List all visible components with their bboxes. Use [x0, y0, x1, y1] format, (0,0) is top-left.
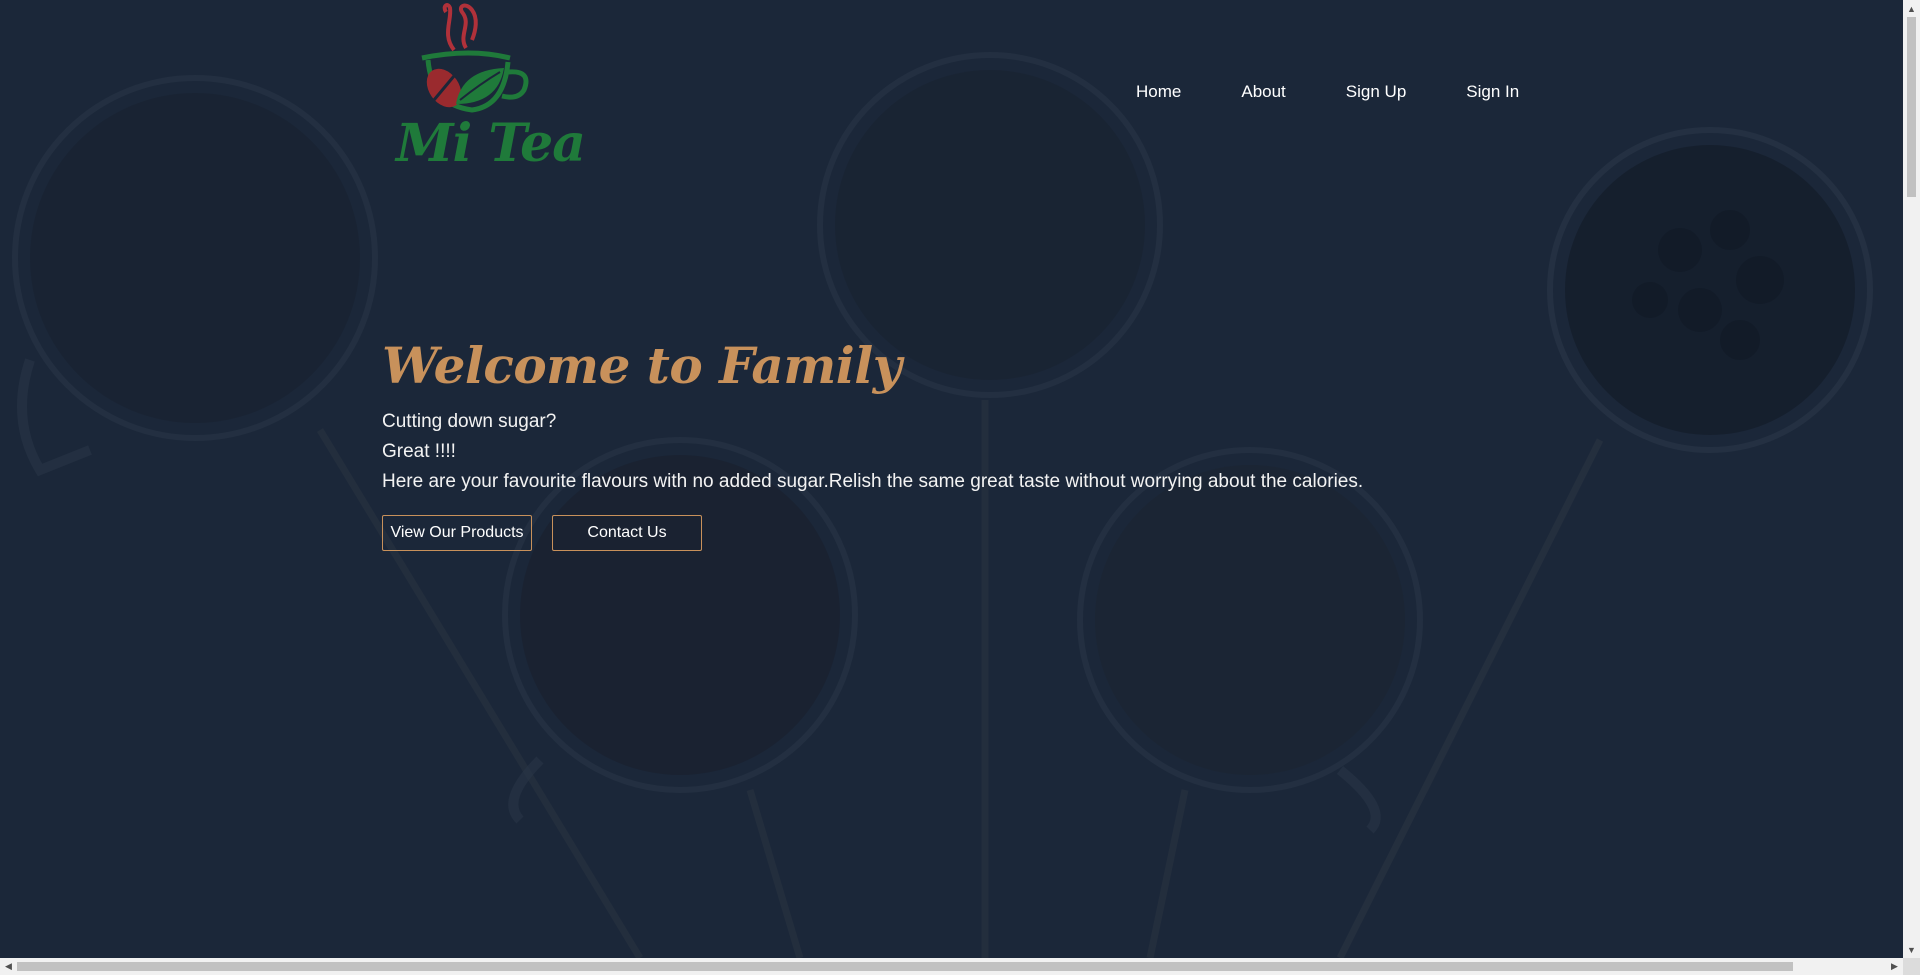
hero-line-great: Great !!!!	[382, 441, 456, 462]
hero-section: Welcome to Family Cutting down sugar? Gr…	[382, 338, 1582, 551]
chevron-right-icon[interactable]: ▶	[1886, 958, 1903, 975]
nav-link-sign-in[interactable]: Sign In	[1466, 82, 1519, 102]
logo-wordmark: Mi Tea	[396, 113, 586, 174]
nav-link-about[interactable]: About	[1241, 82, 1285, 102]
chevron-up-icon[interactable]: ▲	[1903, 0, 1920, 17]
vertical-scrollbar-thumb[interactable]	[1907, 17, 1916, 197]
chevron-down-icon[interactable]: ▼	[1903, 941, 1920, 958]
horizontal-scrollbar-thumb[interactable]	[17, 962, 1793, 971]
hero-line-sugar-question: Cutting down sugar?	[382, 411, 557, 432]
chevron-left-icon[interactable]: ◀	[0, 958, 17, 975]
horizontal-scrollbar[interactable]: ◀ ▶	[0, 958, 1903, 975]
scrollbar-corner	[1903, 958, 1920, 975]
hero-buttons: View Our Products Contact Us	[382, 515, 1582, 551]
nav-link-sign-up[interactable]: Sign Up	[1346, 82, 1406, 102]
nav-link-home[interactable]: Home	[1136, 82, 1181, 102]
vertical-scrollbar[interactable]: ▲ ▼	[1903, 0, 1920, 958]
tea-cup-logo-icon	[421, 3, 529, 113]
mi-tea-logo[interactable]: Mi Tea	[392, 0, 586, 182]
hero-title: Welcome to Family	[382, 336, 902, 395]
main-navigation: Home About Sign Up Sign In	[1136, 82, 1519, 102]
view-products-button[interactable]: View Our Products	[382, 515, 532, 551]
hero-line-description: Here are your favourite flavours with no…	[382, 471, 1364, 492]
page-viewport: Mi Tea Home About Sign Up Sign In Welcom…	[0, 0, 1903, 958]
contact-us-button[interactable]: Contact Us	[552, 515, 702, 551]
